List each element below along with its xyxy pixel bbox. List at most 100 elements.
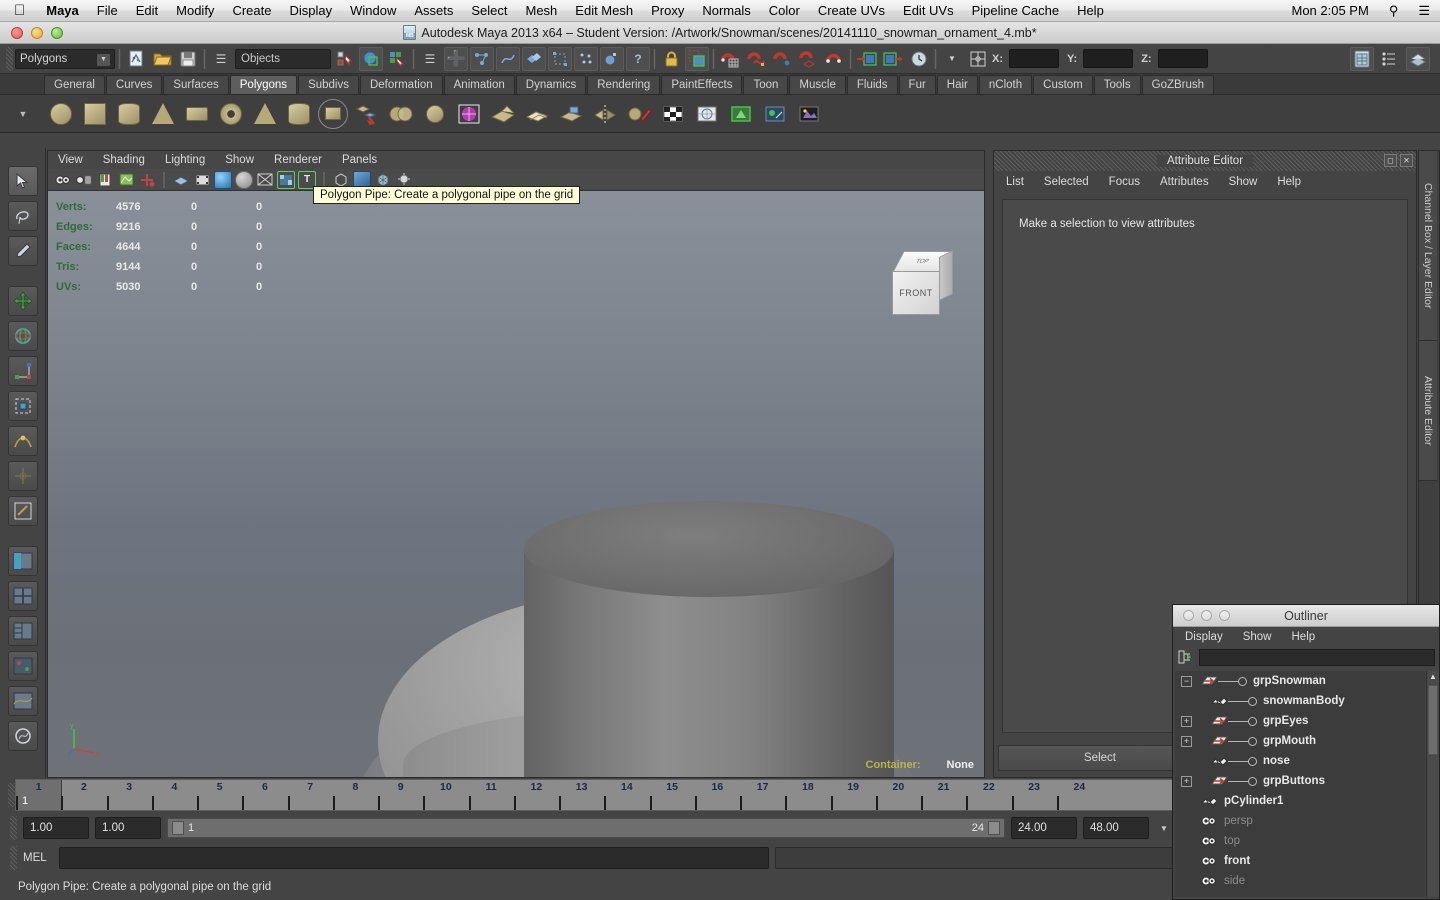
outliner-item-snowmanBody[interactable]: snowmanBody: [1175, 691, 1425, 711]
poly-pyramid-icon[interactable]: [250, 99, 280, 129]
expand-icon[interactable]: +: [1181, 775, 1192, 787]
new-scene-icon[interactable]: [124, 47, 148, 71]
poly-smooth-icon[interactable]: [420, 99, 450, 129]
shelf-tab-hair[interactable]: Hair: [936, 75, 978, 94]
scale-tool-icon[interactable]: [7, 356, 38, 386]
apple-icon[interactable]: : [0, 3, 37, 18]
construction-history-icon[interactable]: [907, 47, 931, 71]
expand-icon[interactable]: +: [1181, 715, 1192, 727]
attribute-editor-menu-selected[interactable]: Selected: [1044, 176, 1089, 188]
command-line-grip[interactable]: [10, 846, 17, 870]
shelf-tab-fur[interactable]: Fur: [898, 75, 936, 94]
selection-mask-menu-icon[interactable]: ☰: [209, 47, 233, 71]
osx-menu-proxy[interactable]: Proxy: [642, 0, 693, 22]
shelf-tab-deformation[interactable]: Deformation: [359, 75, 443, 94]
select-tool-mode-icon[interactable]: [685, 46, 709, 71]
outliner-item-side[interactable]: side: [1175, 871, 1425, 891]
show-hide-attribute-editor-icon[interactable]: [1378, 47, 1402, 71]
layout-four-view-icon[interactable]: [7, 581, 38, 611]
soft-modification-tool-icon[interactable]: [7, 426, 38, 456]
shelf-tab-surfaces[interactable]: Surfaces: [163, 75, 229, 94]
osx-menu-edit-mesh[interactable]: Edit Mesh: [566, 0, 642, 22]
osx-menu-file[interactable]: File: [88, 0, 127, 22]
select-by-component-type-icon[interactable]: [385, 47, 409, 71]
poly-uv-editor-icon[interactable]: [692, 99, 722, 129]
chevron-down-icon[interactable]: ▼: [940, 47, 964, 71]
select-lines-icon[interactable]: [496, 46, 520, 71]
poly-cylinder-icon[interactable]: [114, 99, 144, 129]
animation-start-time-field[interactable]: 1.00: [23, 817, 89, 839]
tab-channel-box-layer-editor[interactable]: Channel Box / Layer Editor: [1419, 151, 1437, 341]
poly-unfold-icon[interactable]: [760, 99, 790, 129]
rotate-tool-icon[interactable]: [7, 321, 38, 351]
poly-plane-icon[interactable]: [182, 99, 212, 129]
shelf-tab-subdivs[interactable]: Subdivs: [298, 75, 359, 94]
show-hide-tool-settings-icon[interactable]: [1406, 46, 1430, 71]
osx-menu-edit[interactable]: Edit: [127, 0, 167, 22]
range-right-handle[interactable]: [988, 821, 1000, 835]
outliner-scroll-thumb[interactable]: [1428, 685, 1438, 755]
keyframe-tool-icon[interactable]: [138, 171, 156, 189]
tab-attribute-editor[interactable]: Attribute Editor: [1419, 341, 1437, 481]
show-hide-channel-box-icon[interactable]: [1350, 46, 1374, 71]
select-points-icon[interactable]: [470, 46, 494, 71]
outliner-item-grpEyes[interactable]: + grpEyes: [1175, 711, 1425, 731]
list-icon[interactable]: ☰: [1408, 0, 1440, 22]
poly-sphere-icon[interactable]: [46, 99, 76, 129]
poly-extrude-icon[interactable]: [488, 99, 518, 129]
poly-lattice-icon[interactable]: [454, 99, 484, 129]
poly-combine-icon[interactable]: [352, 99, 382, 129]
time-slider-grip[interactable]: [8, 783, 15, 807]
viewport-menu-lighting[interactable]: Lighting: [165, 154, 205, 166]
view-cube-front-face[interactable]: FRONT: [892, 271, 940, 315]
input-connections-icon[interactable]: [855, 47, 879, 71]
poly-torus-icon[interactable]: [216, 99, 246, 129]
last-tool-used-icon[interactable]: [7, 496, 38, 526]
outliner-filter-icon[interactable]: [1177, 649, 1195, 665]
move-tool-icon[interactable]: [7, 286, 38, 316]
select-pivots-icon[interactable]: [574, 46, 598, 71]
osx-menu-modify[interactable]: Modify: [167, 0, 223, 22]
coord-input-z[interactable]: [1157, 49, 1208, 68]
wireframe-shading-icon[interactable]: [172, 171, 190, 189]
chevron-down-icon[interactable]: ▼: [1155, 818, 1173, 838]
shelf-tab-curves[interactable]: Curves: [105, 75, 163, 94]
osx-menu-display[interactable]: Display: [280, 0, 341, 22]
outliner-item-grpMouth[interactable]: + grpMouth: [1175, 731, 1425, 751]
select-misc-icon[interactable]: [600, 46, 624, 71]
snap-to-plane-icon[interactable]: [796, 47, 820, 71]
snap-to-curve-icon[interactable]: [744, 47, 768, 71]
playback-end-time-field[interactable]: 24.00: [1011, 817, 1077, 839]
shelf-tab-fluids[interactable]: Fluids: [846, 75, 898, 94]
poly-booleans-icon[interactable]: [386, 99, 416, 129]
select-tool-icon[interactable]: [7, 166, 38, 196]
select-handles-icon[interactable]: ➕: [444, 46, 468, 71]
coord-input-y[interactable]: [1083, 49, 1134, 68]
viewport-menu-view[interactable]: View: [58, 154, 83, 166]
osx-menu-help[interactable]: Help: [1068, 0, 1113, 22]
coord-input-x[interactable]: [1009, 49, 1059, 68]
lasso-tool-icon[interactable]: [7, 201, 38, 231]
paint-select-tool-icon[interactable]: [7, 236, 38, 266]
help-icon[interactable]: ?: [626, 46, 650, 71]
time-slider[interactable]: 1 1 2 3 4 5 6 7 8 9 10 11 12 13 14 15 16 17 18 19 20 21 22 23 2…: [15, 779, 1372, 811]
save-scene-icon[interactable]: [176, 47, 200, 71]
layout-outliner-persp-icon[interactable]: [7, 546, 38, 576]
outliner-item-front[interactable]: front: [1175, 851, 1425, 871]
osx-menu-color[interactable]: Color: [760, 0, 809, 22]
osx-menu-assets[interactable]: Assets: [405, 0, 462, 22]
film-gate-icon[interactable]: [193, 171, 211, 189]
viewport-3d-canvas[interactable]: Verts: 4576 0 0 Edges: 9216 0 0 Faces: 4644 0 0 Tris…: [48, 191, 984, 777]
shelf-tab-toon[interactable]: Toon: [743, 75, 789, 94]
shelf-tab-polygons[interactable]: Polygons: [229, 75, 298, 94]
select-by-object-type-icon[interactable]: [359, 46, 383, 71]
animation-end-time-field[interactable]: 48.00: [1083, 817, 1149, 839]
poly-layout-icon[interactable]: [794, 99, 824, 129]
clock[interactable]: Mon 2:05 PM: [1281, 0, 1378, 22]
shelf-tab-gozbrush[interactable]: GoZBrush: [1141, 75, 1215, 94]
poly-auto-uv-icon[interactable]: [726, 99, 756, 129]
outliner-menu-display[interactable]: Display: [1185, 631, 1223, 643]
shelf-tab-tools[interactable]: Tools: [1093, 75, 1141, 94]
select-hulls-icon[interactable]: [548, 46, 572, 71]
outliner-item-top[interactable]: top: [1175, 831, 1425, 851]
